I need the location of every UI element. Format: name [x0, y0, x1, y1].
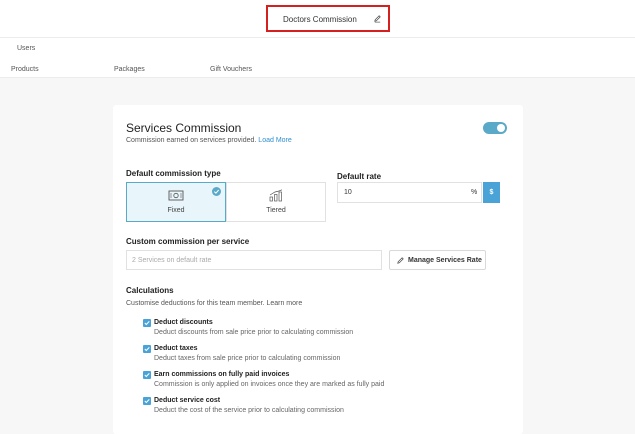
deduct-service-cost-row: Deduct service cost Deduct the cost of t… — [143, 397, 483, 419]
percent-unit[interactable]: % — [471, 189, 477, 196]
checkbox-title: Deduct taxes — [154, 345, 198, 352]
checkbox-description: Deduct discounts from sale price prior t… — [154, 329, 354, 336]
checkbox-checked[interactable] — [143, 319, 151, 327]
page-title: Doctors Commission — [283, 15, 357, 24]
tab-gift-vouchers[interactable]: Gift Vouchers — [210, 66, 252, 73]
calculations-subtitle: Customise deductions for this team membe… — [126, 300, 303, 307]
load-more-link[interactable]: Load More — [258, 137, 291, 144]
services-rate-placeholder: 2 Services on default rate — [132, 257, 212, 264]
pencil-icon — [397, 257, 404, 264]
checkbox-title: Deduct discounts — [154, 319, 213, 326]
default-rate-value: 10 — [344, 189, 352, 196]
services-commission-toggle[interactable] — [483, 122, 507, 134]
calculations-label: Calculations — [126, 286, 174, 295]
cash-icon — [168, 190, 184, 201]
fixed-label: Fixed — [167, 207, 185, 214]
dollar-unit-button[interactable]: $ — [483, 182, 500, 203]
checkbox-title: Earn commissions on fully paid invoices — [154, 371, 290, 378]
checkbox-checked[interactable] — [143, 345, 151, 353]
checkbox-checked[interactable] — [143, 397, 151, 405]
default-rate-label: Default rate — [337, 172, 382, 181]
toggle-knob — [497, 124, 505, 132]
manage-services-rate-label: Manage Services Rate — [408, 257, 482, 264]
checkbox-description: Commission is only applied on invoices o… — [154, 381, 385, 388]
checkbox-description: Deduct taxes from sale price prior to ca… — [154, 355, 341, 362]
title-highlight-box: Doctors Commission — [266, 5, 390, 32]
deduct-taxes-row: Deduct taxes Deduct taxes from sale pric… — [143, 345, 483, 367]
services-commission-card: Services Commission Commission earned on… — [113, 105, 523, 434]
tiered-option[interactable]: Tiered — [226, 182, 326, 222]
services-rate-field[interactable]: 2 Services on default rate — [126, 250, 382, 270]
fixed-option[interactable]: Fixed — [126, 182, 226, 222]
tab-products[interactable]: Products — [11, 66, 39, 73]
bar-chart-icon — [269, 189, 283, 202]
checkbox-title: Deduct service cost — [154, 397, 221, 404]
top-bar: Doctors Commission — [0, 0, 635, 38]
custom-commission-label: Custom commission per service — [126, 237, 250, 246]
subtitle-text: Commission earned on services provided. — [126, 137, 257, 144]
default-rate-input[interactable]: 10 % — [337, 182, 482, 203]
manage-services-rate-button[interactable]: Manage Services Rate — [389, 250, 486, 270]
tiered-label: Tiered — [266, 207, 286, 214]
users-nav-row: Users — [0, 38, 635, 60]
tab-packages[interactable]: Packages — [114, 66, 145, 73]
section-title: Services Commission — [126, 121, 242, 135]
checkbox-description: Deduct the cost of the service prior to … — [154, 407, 344, 414]
fully-paid-invoices-row: Earn commissions on fully paid invoices … — [143, 371, 483, 393]
pencil-icon[interactable] — [373, 14, 382, 23]
check-circle-icon — [212, 187, 221, 196]
section-subtitle: Commission earned on services provided. … — [126, 137, 292, 144]
deduct-discounts-row: Deduct discounts Deduct discounts from s… — [143, 319, 483, 341]
commission-type-label: Default commission type — [126, 169, 221, 178]
category-tabs: Products Packages Gift Vouchers — [0, 60, 635, 78]
checkbox-checked[interactable] — [143, 371, 151, 379]
nav-users[interactable]: Users — [17, 45, 35, 52]
